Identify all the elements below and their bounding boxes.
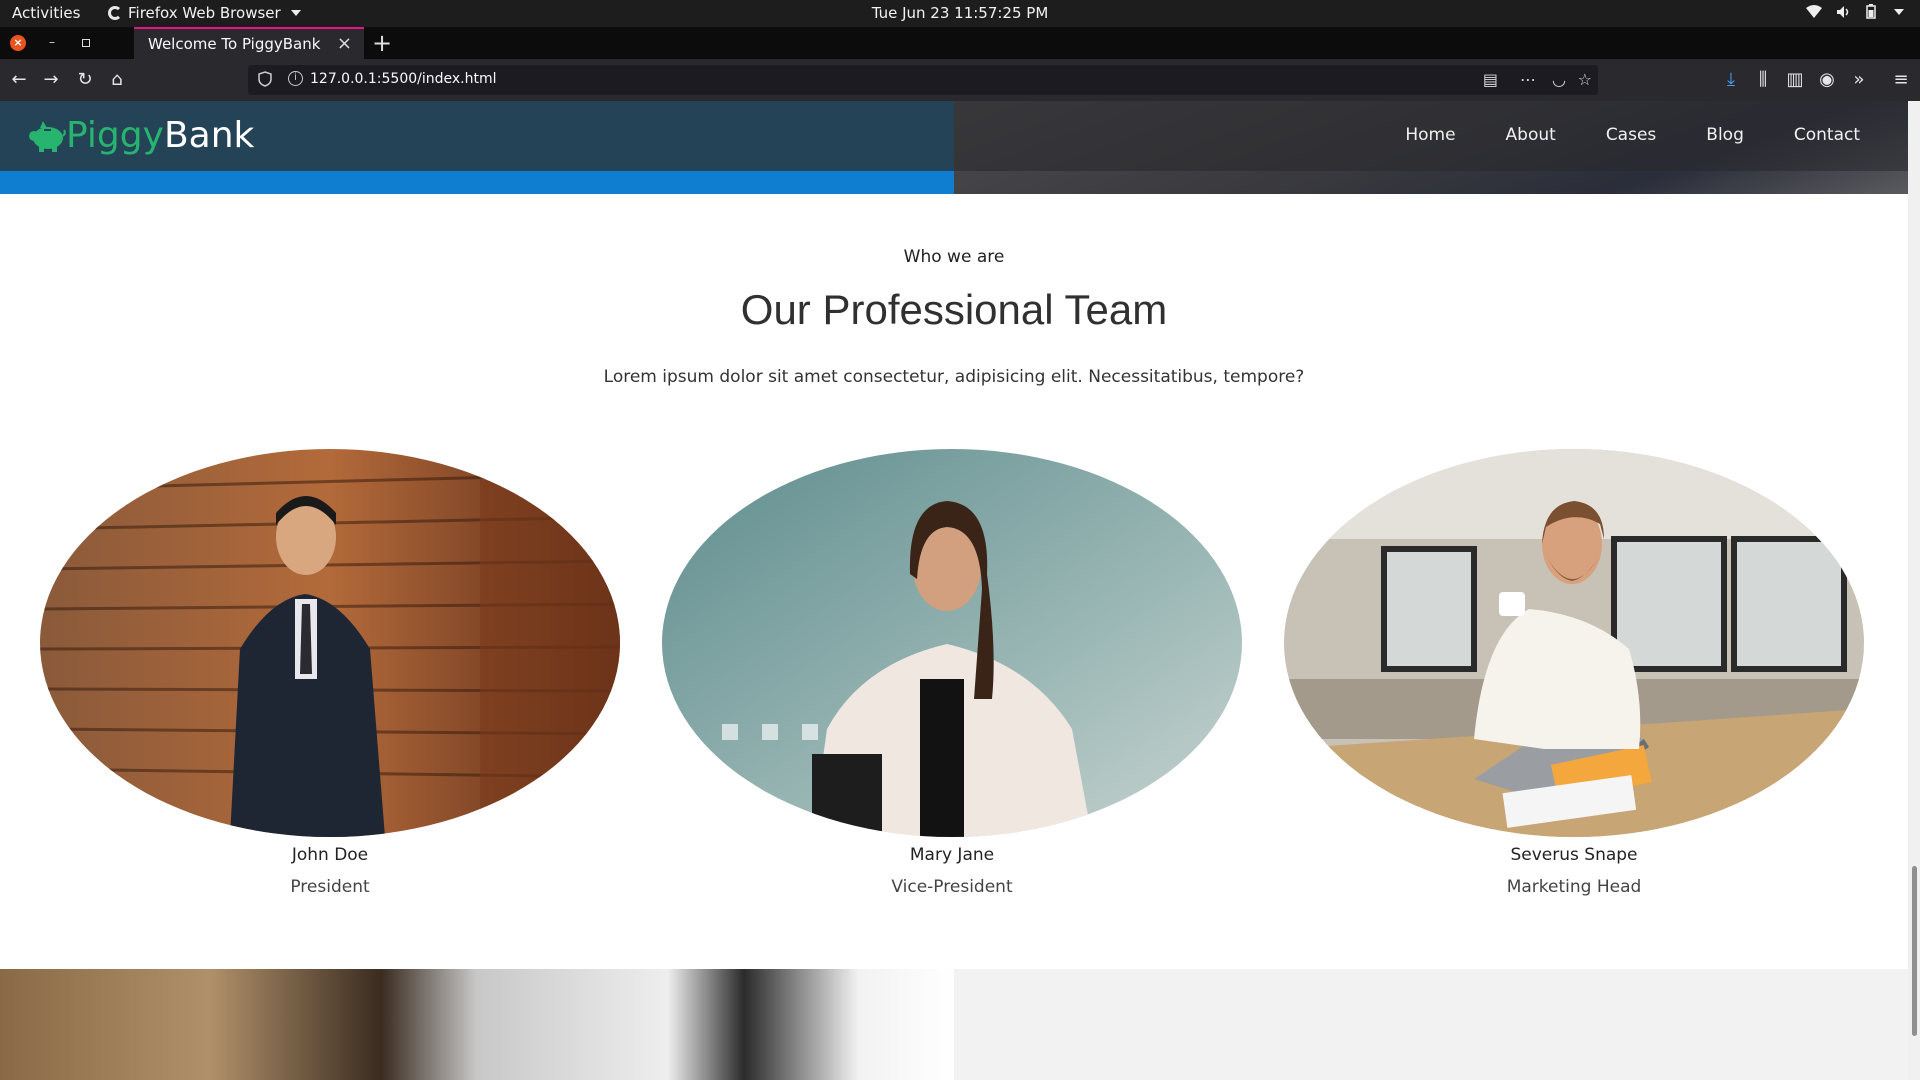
system-clock[interactable]: Tue Jun 23 11:57:25 PM [872,4,1049,22]
account-icon[interactable]: ◉ [1816,69,1838,91]
shield-icon[interactable] [258,71,272,87]
web-page: Piggy Bank Home About Cases Blog Contact … [0,101,1908,1080]
scrollbar-thumb[interactable] [1912,866,1917,1036]
bookmark-star-icon[interactable]: ☆ [1578,70,1592,89]
back-arrow-icon[interactable]: ← [8,69,30,91]
pocket-icon[interactable]: ◡ [1552,70,1566,89]
new-tab-button[interactable]: + [372,29,392,57]
sidebar-icon[interactable]: ▥ [1784,69,1806,91]
browser-toolbar: ← → ↻ ⌂ i 127.0.0.1:5500/index.html ▤ ⋯ … [0,59,1920,101]
browser-tab-strip: × – Welcome To PiggyBank × + [0,27,1920,59]
reader-view-icon[interactable]: ▤ [1483,70,1498,89]
team-member-card: John Doe President [40,449,620,897]
site-header-right: Home About Cases Blog Contact [954,101,1908,194]
member-name: Severus Snape [1510,845,1638,865]
tab-title: Welcome To PiggyBank [148,35,321,53]
window-maximize-button[interactable] [78,35,94,51]
piggy-bank-icon [29,120,66,152]
section-title: Our Professional Team [740,286,1168,333]
section-description: Lorem ipsum dolor sit amet consectetur, … [603,367,1305,387]
firefox-icon [108,6,122,20]
url-text[interactable]: 127.0.0.1:5500/index.html [310,71,497,87]
member-name: Mary Jane [909,845,995,865]
overflow-menu-icon[interactable]: » [1848,69,1870,91]
site-info-icon[interactable]: i [288,71,303,86]
member-photo [1284,449,1864,837]
nav-contact[interactable]: Contact [1794,125,1860,145]
content-panel [954,969,1908,1080]
logo-text-piggy: Piggy [66,115,164,156]
member-photo [40,449,620,837]
library-icon[interactable]: ⫼ [1752,69,1774,91]
site-logo[interactable]: Piggy Bank [28,115,254,156]
tab-close-icon[interactable]: × [337,33,352,54]
activities-button[interactable]: Activities [12,4,80,22]
nav-blog[interactable]: Blog [1706,125,1744,145]
chevron-down-icon [290,10,301,16]
member-role: Vice-President [891,877,1013,897]
home-icon[interactable]: ⌂ [106,69,128,91]
app-menu[interactable]: Firefox Web Browser [108,4,301,22]
team-member-card: Severus Snape Marketing Head [1284,449,1864,897]
system-top-bar: Activities Firefox Web Browser Tue Jun 2… [0,0,1920,27]
volume-icon [1837,5,1849,18]
member-role: President [290,877,370,897]
page-actions-icon[interactable]: ⋯ [1520,70,1536,89]
system-menu-caret-icon [1894,8,1904,15]
section-subtitle: Who we are [903,247,1005,267]
window-close-button[interactable]: × [10,35,26,51]
logo-text-bank: Bank [163,115,255,156]
page-scrollbar[interactable] [1908,101,1920,1080]
nav-home[interactable]: Home [1405,125,1455,145]
system-tray[interactable] [1806,4,1904,19]
main-nav: Home About Cases Blog Contact [1405,125,1860,145]
nav-cases[interactable]: Cases [1606,125,1656,145]
wifi-icon [1806,4,1822,18]
downloads-icon[interactable]: ⤓ [1720,69,1742,91]
app-name: Firefox Web Browser [128,4,281,22]
window-minimize-button[interactable]: – [44,35,60,51]
battery-icon [1866,4,1876,19]
reload-icon[interactable]: ↻ [74,69,96,91]
header-accent-strip [0,171,954,194]
site-header-left: Piggy Bank [0,101,954,171]
address-bar[interactable]: i 127.0.0.1:5500/index.html ▤ ⋯ ◡ ☆ [248,65,1598,95]
nav-about[interactable]: About [1506,125,1556,145]
member-role: Marketing Head [1506,877,1642,897]
browser-tab-active[interactable]: Welcome To PiggyBank × [134,27,364,59]
member-photo [662,449,1242,837]
hamburger-menu-icon[interactable]: ≡ [1890,69,1912,91]
forward-arrow-icon[interactable]: → [40,69,62,91]
member-name: John Doe [291,845,369,865]
office-image [0,969,954,1080]
team-member-card: Mary Jane Vice-President [662,449,1242,897]
